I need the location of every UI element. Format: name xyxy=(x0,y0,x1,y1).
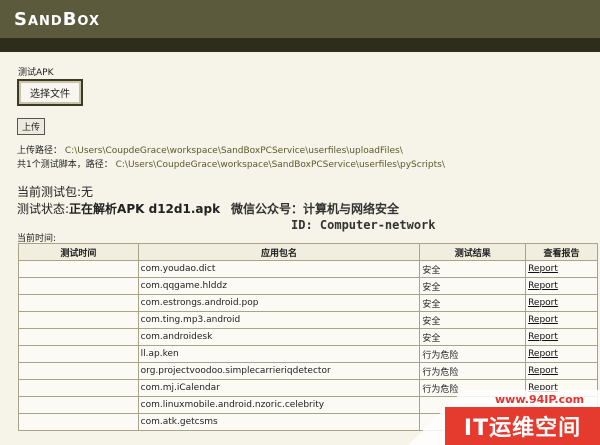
cell-time xyxy=(18,379,139,397)
scripts-path-label: 共1个测试脚本，路径： xyxy=(17,160,113,170)
upload-path-label: 上传路径： xyxy=(17,146,63,156)
table-row: com.androidesk 安全 Report xyxy=(18,328,598,346)
cell-report-link[interactable]: Report xyxy=(525,260,598,278)
col-header-report: 查看报告 xyxy=(525,243,598,261)
sub-bar xyxy=(0,38,600,52)
cell-report-link[interactable]: Report xyxy=(525,362,598,380)
col-header-package: 应用包名 xyxy=(137,243,421,261)
upload-path-value: C:\Users\CoupdeGrace\workspace\SandBoxPC… xyxy=(64,146,403,156)
cell-time xyxy=(18,345,139,363)
cell-report-link[interactable]: Report xyxy=(525,294,598,312)
cell-result: 行为危险 xyxy=(419,362,527,380)
app-logo: SandBox xyxy=(14,9,101,30)
cell-time xyxy=(18,396,139,414)
table-row: com.qqgame.hlddz 安全 Report xyxy=(18,277,598,295)
watermark-logo: IT运维空间 xyxy=(445,407,600,445)
table-header-row: 测试时间 应用包名 测试结果 查看报告 xyxy=(18,243,598,261)
cell-report-link[interactable]: Report xyxy=(525,328,598,346)
cell-result: 安全 xyxy=(419,311,527,329)
cell-result: 安全 xyxy=(419,328,527,346)
apk-label: 测试APK xyxy=(18,68,54,78)
cell-package: com.qqgame.hlddz xyxy=(137,277,421,295)
test-status-label: 测试状态: xyxy=(17,202,70,216)
upload-button[interactable]: 上传 xyxy=(17,118,45,135)
scripts-path-value: C:\Users\CoupdeGrace\workspace\SandBoxPC… xyxy=(115,160,445,170)
cell-package: com.youdao.dict xyxy=(137,260,421,278)
cell-report-link[interactable]: Report xyxy=(525,345,598,363)
test-status-value: 正在解析APK d12d1.apk xyxy=(69,202,221,216)
cell-report-link[interactable]: Report xyxy=(525,277,598,295)
cell-time xyxy=(18,311,139,329)
table-row: com.youdao.dict 安全 Report xyxy=(18,260,598,278)
cell-package: com.estrongs.android.pop xyxy=(137,294,421,312)
wechat-overlay-text: 微信公众号：计算机与网络安全 xyxy=(231,202,400,216)
watermark-url: www.94IP.com xyxy=(495,393,585,406)
cell-time xyxy=(18,260,139,278)
cell-time xyxy=(18,413,139,431)
cell-package: ll.ap.ken xyxy=(137,345,421,363)
table-row: com.ting.mp3.android 安全 Report xyxy=(18,311,598,329)
cell-report-link[interactable]: Report xyxy=(525,311,598,329)
cell-time xyxy=(18,294,139,312)
col-header-time: 测试时间 xyxy=(18,243,139,261)
cell-result: 安全 xyxy=(419,294,527,312)
choose-file-button[interactable]: 选择文件 xyxy=(17,79,83,106)
table-row: org.projectvoodoo.simplecarrieriqdetecto… xyxy=(18,362,598,380)
cell-time xyxy=(18,328,139,346)
table-row: ll.ap.ken 行为危险 Report xyxy=(18,345,598,363)
current-package: 当前测试包:无 xyxy=(17,185,94,199)
scripts-path-row: 共1个测试脚本，路径： C:\Users\CoupdeGrace\workspa… xyxy=(17,157,445,170)
upload-path-row: 上传路径： C:\Users\CoupdeGrace\workspace\San… xyxy=(17,143,403,156)
test-status: 测试状态:正在解析APK d12d1.apk xyxy=(17,200,220,217)
cell-time xyxy=(18,277,139,295)
cell-package: com.ting.mp3.android xyxy=(137,311,421,329)
top-bar: SandBox xyxy=(0,0,600,38)
id-overlay-text: ID: Computer-network xyxy=(291,218,436,232)
col-header-result: 测试结果 xyxy=(419,243,527,261)
cell-result: 安全 xyxy=(419,277,527,295)
table-row: com.estrongs.android.pop 安全 Report xyxy=(18,294,598,312)
cell-package: org.projectvoodoo.simplecarrieriqdetecto… xyxy=(137,362,421,380)
cell-package: com.androidesk xyxy=(137,328,421,346)
cell-result: 行为危险 xyxy=(419,345,527,363)
cell-time xyxy=(18,362,139,380)
cell-result: 安全 xyxy=(419,260,527,278)
